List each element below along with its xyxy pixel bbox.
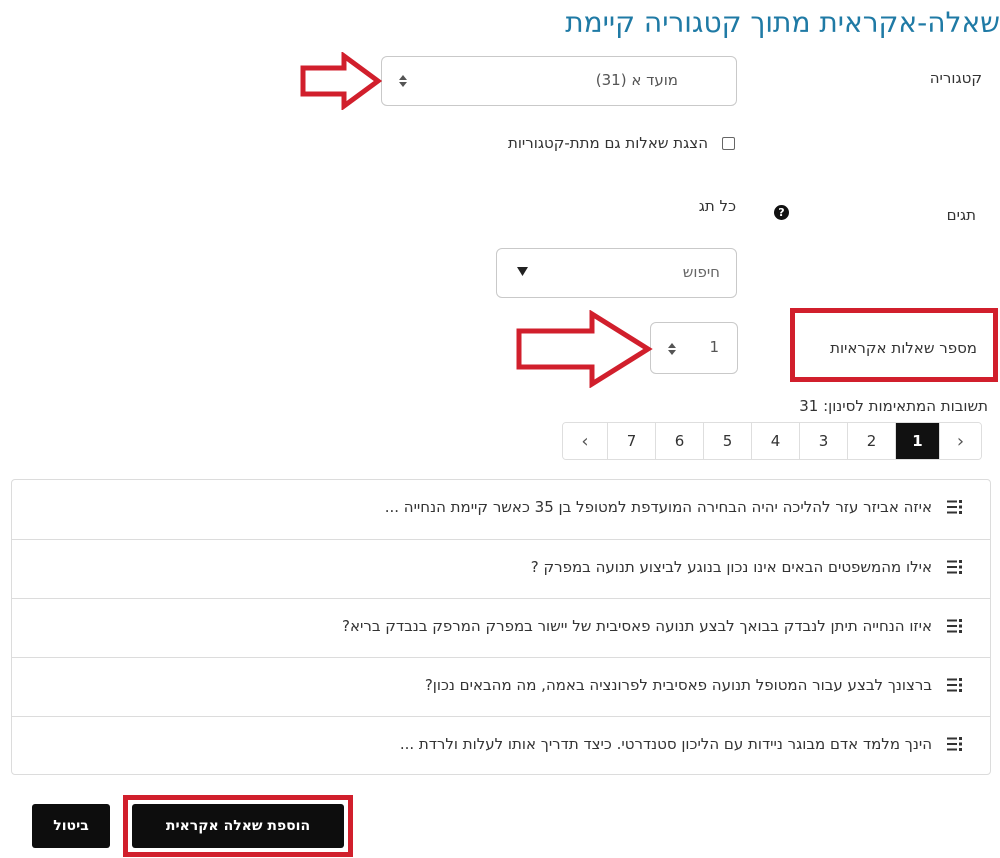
- pagination-next[interactable]: ›: [939, 423, 981, 459]
- category-select-value: מועד א (31): [595, 71, 678, 89]
- question-row[interactable]: הינך מלמד אדם מבוגר ניידות עם הליכון סטנ…: [12, 716, 990, 775]
- tags-label: תגים: [946, 206, 976, 224]
- question-row[interactable]: איזה אביזר עזר להליכה יהיה הבחירה המועדפ…: [12, 480, 990, 539]
- question-row[interactable]: אילו מהמשפטים הבאים אינו נכון בנוגע לביצ…: [12, 539, 990, 598]
- pagination-page[interactable]: 5: [703, 423, 751, 459]
- question-text: אילו מהמשפטים הבאים אינו נכון בנוגע לביצ…: [530, 558, 932, 576]
- question-text: ברצונך לבצע עבור המטופל תנועה פאסיבית לפ…: [424, 676, 932, 694]
- question-list-icon: [947, 500, 962, 514]
- random-count-value: 1: [709, 338, 719, 356]
- question-list-icon: [947, 560, 962, 574]
- pagination: ‹ 7 6 5 4 3 2 1 ›: [562, 422, 982, 460]
- pagination-page[interactable]: 4: [751, 423, 799, 459]
- pagination-prev[interactable]: ‹: [563, 423, 607, 459]
- random-count-label: מספר שאלות אקראיות: [830, 339, 977, 357]
- subcategories-label: הצגת שאלות גם מתת-קטגוריות: [507, 134, 708, 152]
- pagination-page-active[interactable]: 1: [895, 423, 939, 459]
- question-text: הינך מלמד אדם מבוגר ניידות עם הליכון סטנ…: [399, 735, 932, 753]
- tags-value: כל תג: [698, 197, 736, 215]
- matching-count-text: תשובות המתאימות לסינון: 31: [799, 397, 988, 415]
- question-row[interactable]: איזו הנחייה תיתן לנבדק בבואך לבצע תנועה …: [12, 598, 990, 657]
- question-list-icon: [947, 737, 962, 751]
- help-icon[interactable]: ?: [774, 205, 789, 220]
- category-label: קטגוריה: [929, 69, 982, 87]
- question-row[interactable]: ברצונך לבצע עבור המטופל תנועה פאסיבית לפ…: [12, 657, 990, 716]
- annotation-arrow-icon: [300, 52, 382, 110]
- question-list-icon: [947, 619, 962, 633]
- pagination-page[interactable]: 7: [607, 423, 655, 459]
- cancel-button[interactable]: ביטול: [32, 804, 110, 848]
- subcategories-checkbox[interactable]: [722, 137, 735, 150]
- page-title: שאלה-אקראית מתוך קטגוריה קיימת: [565, 6, 1000, 39]
- question-list-icon: [947, 678, 962, 692]
- question-text: איזה אביזר עזר להליכה יהיה הבחירה המועדפ…: [384, 498, 932, 516]
- pagination-page[interactable]: 3: [799, 423, 847, 459]
- sort-updown-icon: [399, 75, 407, 87]
- sort-updown-icon: [668, 343, 676, 355]
- pagination-page[interactable]: 6: [655, 423, 703, 459]
- add-random-question-button[interactable]: הוספת שאלה אקראית: [132, 804, 344, 848]
- pagination-page[interactable]: 2: [847, 423, 895, 459]
- tags-search-placeholder: חיפוש: [682, 263, 720, 281]
- question-list: איזה אביזר עזר להליכה יהיה הבחירה המועדפ…: [11, 479, 991, 775]
- dropdown-arrow-icon: [517, 267, 528, 276]
- random-count-select[interactable]: 1: [650, 322, 738, 374]
- annotation-arrow-icon: [516, 310, 653, 388]
- question-text: איזו הנחייה תיתן לנבדק בבואך לבצע תנועה …: [342, 617, 932, 635]
- category-select[interactable]: מועד א (31): [381, 56, 737, 106]
- tags-search-dropdown[interactable]: חיפוש: [496, 248, 737, 298]
